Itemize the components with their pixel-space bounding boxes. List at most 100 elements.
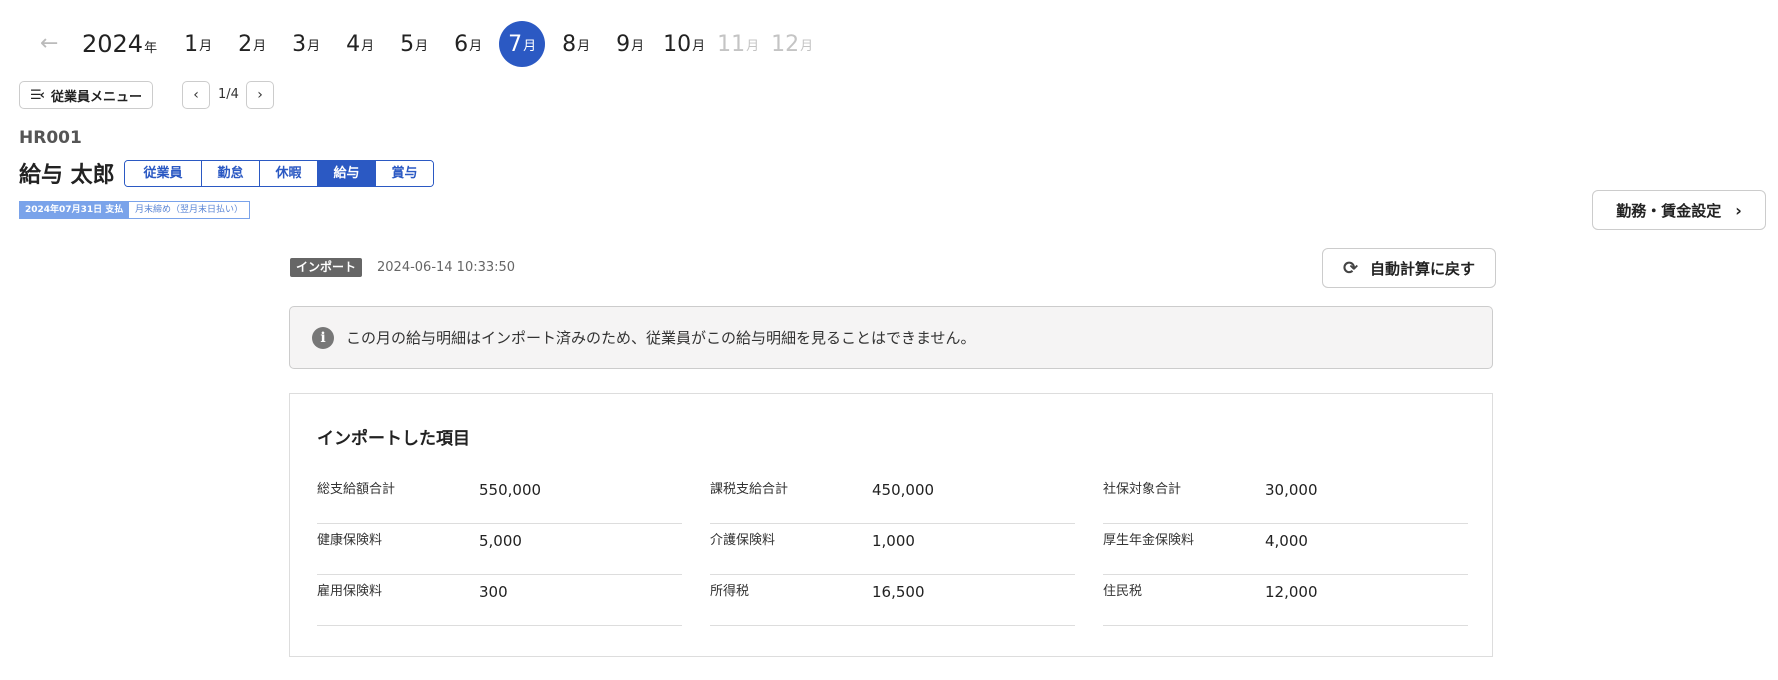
tab-0[interactable]: 従業員 <box>125 161 202 186</box>
imported-item-label: 課税支給合計 <box>710 482 789 497</box>
month-6[interactable]: 6月 <box>445 21 491 67</box>
import-timestamp: 2024-06-14 10:33:50 <box>377 260 516 275</box>
imported-items-panel: インポートした項目 総支給額合計 550,000 課税支給合計 450,000 社保対象… <box>289 393 1493 657</box>
refresh-icon: ⟳ <box>1342 257 1359 279</box>
month-unit: 月 <box>746 38 760 54</box>
month-8[interactable]: 8月 <box>553 21 599 67</box>
month-number: 7 <box>508 31 523 57</box>
imported-item: 総支給額合計 550,000 <box>317 474 682 524</box>
tab-3[interactable]: 給与 <box>318 161 376 186</box>
month-12: 12 月 <box>769 21 815 67</box>
chevron-left-icon: ‹ <box>193 87 199 103</box>
work-wage-settings-button[interactable]: 勤務・賃金設定 › <box>1592 190 1766 230</box>
employee-name: 給与 太郎 <box>19 163 115 188</box>
month-4[interactable]: 4月 <box>337 21 383 67</box>
imported-item-value: 16,500 <box>872 583 925 601</box>
imported-item-label: 所得税 <box>710 584 750 599</box>
month-unit: 月 <box>199 38 213 54</box>
month-number: 6 <box>454 31 469 57</box>
imported-item-label: 厚生年金保険料 <box>1103 533 1195 548</box>
month-number: 2 <box>238 31 253 57</box>
month-number: 1 <box>184 31 199 57</box>
month-number: 11 <box>717 31 746 57</box>
employee-tabs: 従業員 勤怠 休暇 給与 賞与 <box>124 160 434 187</box>
month-number: 10 <box>663 31 692 57</box>
month-number: 3 <box>292 31 307 57</box>
back-arrow-icon[interactable]: ← <box>40 33 62 55</box>
employee-menu-button[interactable]: ☰‹ 従業員メニュー <box>19 81 154 109</box>
imported-item-value: 5,000 <box>479 532 522 550</box>
pager-prev-button[interactable]: ‹ <box>182 81 210 109</box>
month-bar: ← 2024年 1 月 2 月 3 月 4 月 5 月 6 月 7 月 8 月 9 月 10 月 11 月 12 月 <box>40 21 823 67</box>
imported-item-label: 社保対象合計 <box>1103 482 1182 497</box>
imported-item-value: 450,000 <box>872 481 935 499</box>
imported-item-value: 300 <box>479 583 508 601</box>
imported-item: 社保対象合計 30,000 <box>1103 474 1468 524</box>
imported-items-title: インポートした項目 <box>317 429 470 449</box>
tab-1[interactable]: 勤怠 <box>202 161 260 186</box>
info-icon: i <box>312 326 334 349</box>
imported-item-label: 介護保険料 <box>710 533 776 548</box>
imported-item: 介護保険料 1,000 <box>710 525 1075 575</box>
tab-4[interactable]: 賞与 <box>376 161 433 186</box>
month-unit: 月 <box>692 38 706 54</box>
settings-button-label: 勤務・賃金設定 <box>1616 201 1722 220</box>
imported-item: 所得税 16,500 <box>710 576 1075 626</box>
month-number: 12 <box>771 31 800 57</box>
month-unit: 月 <box>361 38 375 54</box>
year-label: 2024年 <box>82 30 157 58</box>
imported-item-value: 30,000 <box>1265 481 1318 499</box>
chevron-right-icon: › <box>257 87 263 103</box>
imported-item: 住民税 12,000 <box>1103 576 1468 626</box>
imported-item-label: 総支給額合計 <box>317 482 396 497</box>
employee-menu-label: 従業員メニュー <box>51 89 143 105</box>
month-unit: 月 <box>523 38 537 54</box>
tab-2[interactable]: 休暇 <box>260 161 318 186</box>
month-9[interactable]: 9月 <box>607 21 653 67</box>
import-badge: インポート <box>290 258 363 277</box>
month-2[interactable]: 2月 <box>229 21 275 67</box>
payment-date-badge: 2024年07月31日 支払 <box>19 201 130 219</box>
imported-item-value: 550,000 <box>479 481 542 499</box>
revert-button-label: 自動計算に戻す <box>1370 259 1476 278</box>
month-number: 4 <box>346 31 361 57</box>
imported-item-value: 4,000 <box>1265 532 1308 550</box>
month-unit: 月 <box>631 38 645 54</box>
revert-auto-calc-button[interactable]: ⟳ 自動計算に戻す <box>1322 248 1496 288</box>
pager-text: 1/4 <box>218 87 239 102</box>
month-unit: 月 <box>307 38 321 54</box>
month-7[interactable]: 7月 <box>499 21 546 67</box>
year-unit: 年 <box>144 41 158 56</box>
chevron-right-icon: › <box>1735 200 1742 220</box>
month-1[interactable]: 1月 <box>175 21 221 67</box>
month-number: 5 <box>400 31 415 57</box>
month-number: 9 <box>616 31 631 57</box>
imported-item: 課税支給合計 450,000 <box>710 474 1075 524</box>
imported-item: 厚生年金保険料 4,000 <box>1103 525 1468 575</box>
month-5[interactable]: 5月 <box>391 21 437 67</box>
imported-item-value: 12,000 <box>1265 583 1318 601</box>
pager-next-button[interactable]: › <box>246 81 274 109</box>
import-notice: i この月の給与明細はインポート済みのため、従業員がこの給与明細を見ることはでき… <box>289 306 1493 369</box>
imported-item-label: 雇用保険料 <box>317 584 383 599</box>
employee-code: HR001 <box>19 128 82 148</box>
imported-item-label: 健康保険料 <box>317 533 383 548</box>
month-unit: 月 <box>253 38 267 54</box>
month-unit: 月 <box>577 38 591 54</box>
month-10[interactable]: 10 月 <box>661 21 707 67</box>
menu-collapse-icon: ☰‹ <box>30 87 45 103</box>
imported-item: 健康保険料 5,000 <box>317 525 682 575</box>
imported-item: 雇用保険料 300 <box>317 576 682 626</box>
month-11: 11 月 <box>715 21 761 67</box>
month-unit: 月 <box>415 38 429 54</box>
imported-item-value: 1,000 <box>872 532 915 550</box>
closing-rule-badge: 月末締め（翌月末日払い） <box>128 201 251 219</box>
month-unit: 月 <box>469 38 483 54</box>
month-unit: 月 <box>800 38 814 54</box>
notice-message: この月の給与明細はインポート済みのため、従業員がこの給与明細を見ることはできませ… <box>346 329 976 347</box>
month-3[interactable]: 3月 <box>283 21 329 67</box>
imported-item-label: 住民税 <box>1103 584 1143 599</box>
month-list: 1 月 2 月 3 月 4 月 5 月 6 月 7 月 8 月 9 月 10 月 11 月 12 月 <box>175 21 823 67</box>
month-number: 8 <box>562 31 577 57</box>
year-value: 2024 <box>82 30 144 58</box>
